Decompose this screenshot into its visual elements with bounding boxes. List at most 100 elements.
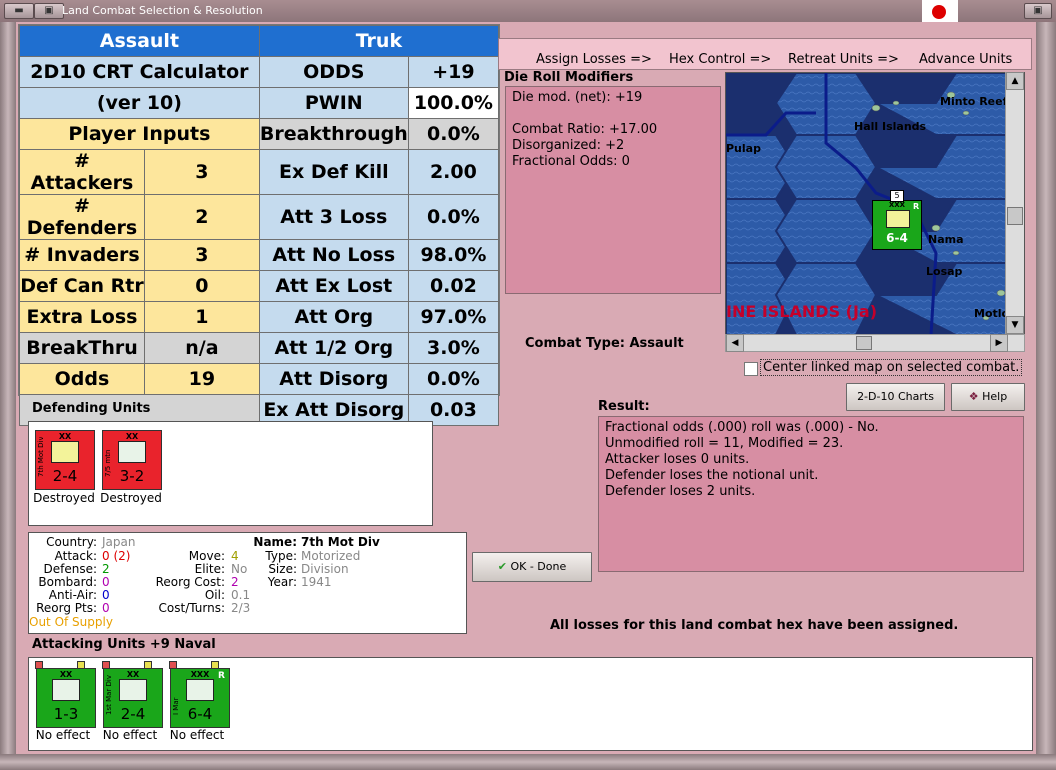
status-dot [169,661,177,669]
nav-retreat-units[interactable]: Retreat Units => [788,52,899,67]
info-label: Name: [253,535,297,549]
info-value: 2 [102,562,110,576]
crt-calculator: Assault Truk 2D10 CRT Calculator ODDS +1… [18,24,500,426]
hscroll-thumb[interactable] [856,336,872,350]
scroll-up-icon[interactable]: ▲ [1006,72,1024,90]
attack-value-2: (2) [113,549,131,563]
map-stack-count: 5 [890,190,904,202]
player-inputs-heading: Player Inputs [19,118,260,150]
input-value-1[interactable]: 2 [144,194,260,240]
calc-title-1: 2D10 CRT Calculator [19,56,260,88]
info-label: Defense: [43,562,97,576]
input-value-3[interactable]: 0 [144,270,260,302]
book-icon: ❖ [968,390,979,403]
result-label-4: Att 3 Loss [258,194,409,240]
map-unit-counter[interactable]: XXX 6-4 R [872,200,922,250]
result-label-1: PWIN [258,87,409,119]
drm-box: Die mod. (net): +19 Combat Ratio: +17.00… [505,86,721,294]
linked-map[interactable]: Minto Reef Hall Islands Pulap Nama Losap… [725,72,1025,336]
result-value-9: 0.0% [407,363,500,395]
input-value-0[interactable]: 3 [144,149,260,195]
attack-value: 0 [102,549,110,563]
help-label: Help [982,390,1008,403]
info-label: Bombard: [38,575,97,589]
title-bar[interactable]: ▬ ▣ Land Combat Selection & Resolution ▣ [0,0,1056,24]
help-button[interactable]: ❖ Help [951,383,1025,411]
nav-hex-control[interactable]: Hex Control => [669,52,771,67]
ok-done-button[interactable]: ✔ OK - Done [472,552,592,582]
info-label: Attack: [54,549,97,563]
input-label-2: # Invaders [19,239,145,271]
info-value: 4 [231,549,239,563]
close-button[interactable]: ▣ [1024,3,1052,19]
status-dot [144,661,152,669]
info-label: Country: [46,535,97,549]
info-value: Japan [102,535,136,549]
attacking-heading: Attacking Units +9 Naval [32,637,216,652]
info-value: 0 [102,601,110,615]
attacker-counter-1[interactable]: XX 1-3 [35,661,96,728]
counter-r: R [218,671,225,681]
info-label: Size: [268,562,297,576]
result-line: Fractional odds (.000) roll was (.000) -… [605,420,879,435]
input-value-2[interactable]: 3 [144,239,260,271]
defending-heading: Defending Units [32,401,151,416]
info-value: Division [301,562,349,576]
nav-assign-losses[interactable]: Assign Losses => [536,52,652,67]
attacker-status-3: No effect [169,728,225,742]
input-value-6[interactable]: 19 [144,363,260,395]
losses-message: All losses for this land combat hex have… [550,618,959,633]
map-label-region: INE ISLANDS (Ja) [726,302,877,321]
input-label-1: # Defenders [19,194,145,240]
scroll-down-icon[interactable]: ▼ [1006,316,1024,334]
status-dot [211,661,219,669]
input-value-5: n/a [144,332,260,364]
phase-nav: Assign Losses => Hex Control => Retreat … [498,38,1032,70]
center-linked-label[interactable]: Center linked map on selected combat. [760,359,1023,376]
calc-title-2: (ver 10) [19,87,260,119]
scroll-right-icon[interactable]: ▶ [990,334,1008,352]
unit-info-box: Country: Japan Attack: 0 (2) Defense: 2 … [28,532,467,634]
center-linked-checkbox[interactable] [744,362,758,376]
attacker-counter-3[interactable]: XXX I Mar R 6-4 [169,661,230,728]
drm-line: Disorganized: +2 [512,138,625,153]
defender-status-2: Destroyed [100,491,162,505]
defender-counter-1[interactable]: XX 7th Mot Div 2-4 [35,430,95,490]
map-vertical-scrollbar[interactable]: ▲ ▼ [1005,72,1024,334]
marine-symbol-icon [119,679,147,701]
info-value: 0.1 [231,588,251,602]
info-value: 0 [102,575,110,589]
combat-type-value: Assault [629,336,684,351]
ok-done-label: OK - Done [510,560,567,573]
defender-counter-2[interactable]: XX 7/5 mtn 3-2 [102,430,162,490]
minimize-button[interactable]: ▬ [4,3,34,19]
counter-value: 6-4 [187,705,213,723]
input-label-6: Odds [19,363,145,395]
nav-advance-units[interactable]: Advance Units [919,52,1012,67]
counter-value: 1-3 [53,705,79,723]
input-label-4: Extra Loss [19,301,145,333]
status-dot [77,661,85,669]
attacking-units-box: XX 1-3 No effect XX 1st Mar Div 2-4 No e… [28,657,1033,751]
info-label: Year: [267,575,297,589]
result-value-7: 97.0% [407,301,500,333]
combat-type-label: Combat Type: [525,336,625,351]
info-value: 1941 [301,575,332,589]
charts-button[interactable]: 2-D-10 Charts [846,383,945,411]
combat-type: Combat Type: Assault [525,336,684,351]
result-label-9: Att Disorg [258,363,409,395]
frame-bottom [0,754,1056,770]
input-label-3: Def Can Rtr [19,270,145,302]
vscroll-thumb[interactable] [1007,207,1023,225]
attacker-counter-2[interactable]: XX 1st Mar Div 2-4 [102,661,163,728]
result-line: Unmodified roll = 11, Modified = 23. [605,436,844,451]
input-value-4[interactable]: 1 [144,301,260,333]
restore-button[interactable]: ▣ [34,3,64,19]
map-horizontal-scrollbar[interactable]: ◀ ▶ [725,334,1025,352]
land-combat-window: ▬ ▣ Land Combat Selection & Resolution ▣… [0,0,1056,770]
info-value: No [231,562,248,576]
scroll-left-icon[interactable]: ◀ [726,334,744,352]
drm-line: Combat Ratio: +17.00 [512,122,658,137]
info-value: 2/3 [231,601,251,615]
map-unit-value: 6-4 [886,231,908,245]
